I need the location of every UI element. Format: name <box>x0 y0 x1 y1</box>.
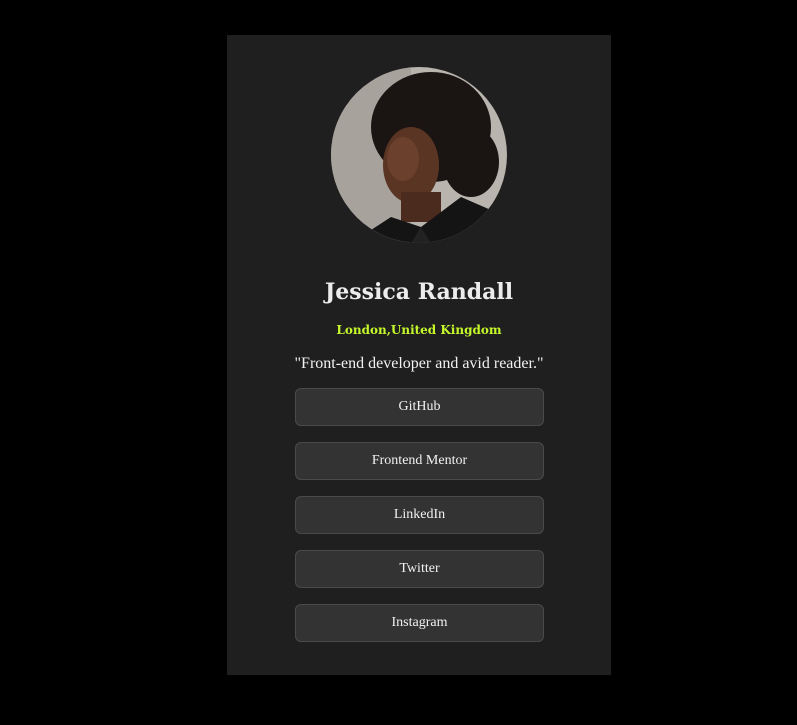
social-links: GitHub Frontend Mentor LinkedIn Twitter … <box>295 388 544 658</box>
twitter-link-button[interactable]: Twitter <box>295 550 544 588</box>
avatar <box>331 67 507 243</box>
instagram-link-button[interactable]: Instagram <box>295 604 544 642</box>
profile-name: Jessica Randall <box>324 279 514 305</box>
profile-bio: "Front-end developer and avid reader." <box>294 355 544 372</box>
github-link-button[interactable]: GitHub <box>295 388 544 426</box>
avatar-image <box>331 67 507 243</box>
profile-location: London,United Kingdom <box>336 323 502 337</box>
frontend-mentor-link-button[interactable]: Frontend Mentor <box>295 442 544 480</box>
linkedin-link-button[interactable]: LinkedIn <box>295 496 544 534</box>
profile-card: Jessica Randall London,United Kingdom "F… <box>227 35 611 675</box>
